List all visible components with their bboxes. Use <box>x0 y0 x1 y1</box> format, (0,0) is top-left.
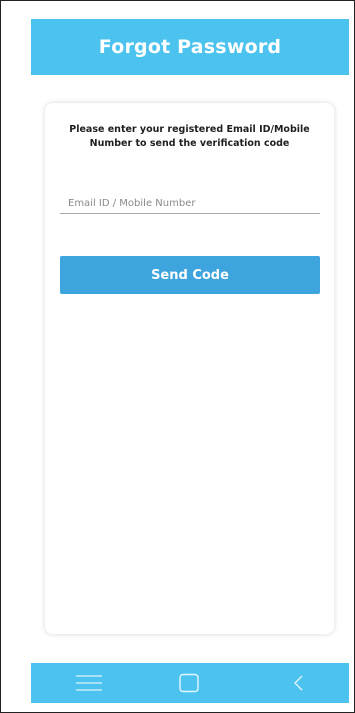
send-code-button[interactable]: Send Code <box>60 256 320 294</box>
back-nav-button[interactable] <box>269 663 329 703</box>
instructions-text: Please enter your registered Email ID/Mo… <box>69 124 310 149</box>
bottom-navigation-bar <box>31 663 349 703</box>
phone-screen: Forgot Password Please enter your regist… <box>0 0 355 713</box>
app-header: Forgot Password <box>31 19 349 75</box>
menu-icon <box>76 675 102 691</box>
email-mobile-input[interactable] <box>60 193 320 214</box>
page-title: Forgot Password <box>98 36 282 58</box>
back-chevron-icon <box>294 675 303 691</box>
home-nav-button[interactable] <box>159 663 219 703</box>
menu-nav-button[interactable] <box>59 663 119 703</box>
home-square-icon <box>179 673 199 693</box>
contact-field-wrapper <box>60 191 320 214</box>
forgot-password-card: Please enter your registered Email ID/Mo… <box>45 103 334 634</box>
